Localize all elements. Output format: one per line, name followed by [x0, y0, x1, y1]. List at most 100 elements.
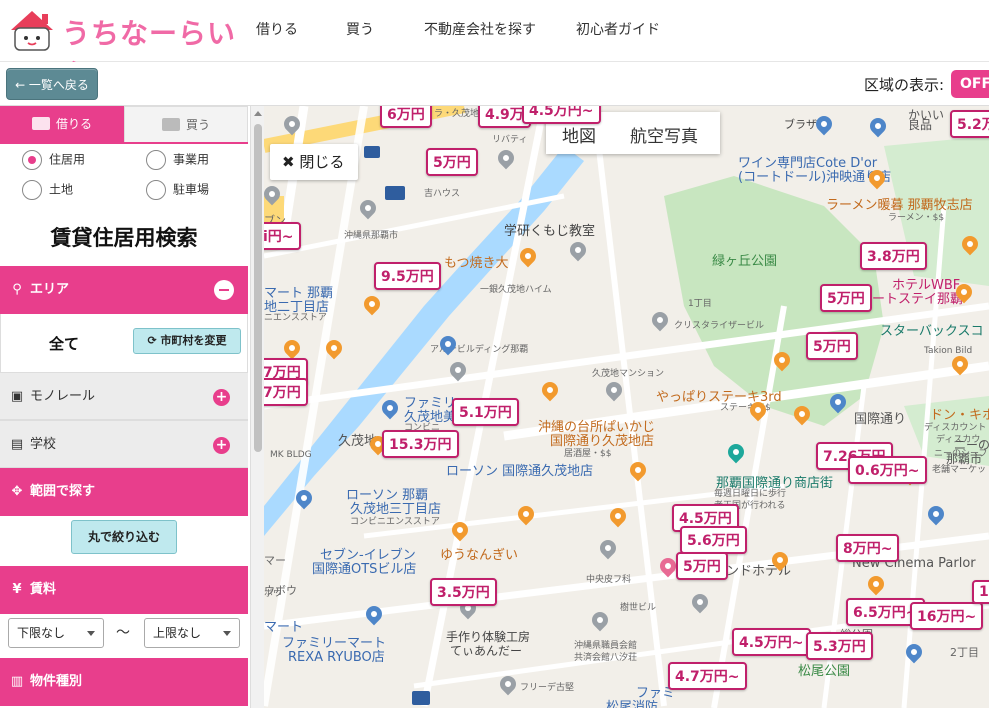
price-marker[interactable]: 6万円	[380, 106, 432, 128]
price-marker[interactable]: 5万円	[820, 284, 872, 312]
price-marker[interactable]: 7万円	[264, 378, 308, 406]
rent-min-value: 下限なし	[17, 626, 66, 640]
map-label: 中央皮フ科	[586, 575, 632, 585]
price-marker[interactable]: 3.5万円	[430, 578, 497, 606]
map-label: 樹世ビル	[620, 603, 657, 613]
search-title: 賃貸住居用検索	[50, 226, 198, 250]
area-selection-box: 全て ⟳ 市町村を変更	[0, 314, 248, 372]
change-city-button[interactable]: ⟳ 市町村を変更	[133, 328, 241, 354]
map-label: マート	[264, 620, 304, 635]
radio-business-label: 事業用	[173, 152, 210, 167]
radio-residential[interactable]: 住居用	[22, 150, 85, 170]
price-marker[interactable]: 8万円~	[836, 534, 900, 562]
sidebar-scrollbar[interactable]	[250, 106, 264, 708]
map-label: マー	[264, 554, 286, 567]
close-label: 閉じる	[299, 153, 345, 171]
map-label: フリーデ古堅	[520, 683, 575, 693]
price-marker[interactable]: 5.3万円	[806, 632, 873, 660]
price-marker[interactable]: 9.5万円	[374, 262, 441, 290]
price-marker[interactable]: 5万円	[806, 332, 858, 360]
buy-icon	[161, 118, 180, 131]
price-marker[interactable]: 5万円	[426, 148, 478, 176]
tab-buy-label: 買う	[185, 118, 210, 132]
search-sidebar: 借りる 買う 住居用 事業用 土地 駐車場 賃貸住居用検索 ⚲ エリア 全て ⟳ …	[0, 106, 264, 708]
change-city-label: 市町村を変更	[160, 334, 227, 347]
scroll-up-arrow-icon[interactable]	[254, 111, 262, 116]
expand-icon[interactable]: +	[213, 389, 230, 406]
price-marker[interactable]: 3.8万円	[860, 242, 927, 270]
rent-min-select[interactable]: 下限なし	[8, 618, 104, 648]
price-marker[interactable]: 1	[972, 580, 989, 604]
expand-icon[interactable]: +	[213, 437, 230, 454]
collapse-icon[interactable]	[214, 280, 234, 300]
map-label: ニーのシーフ	[934, 449, 988, 459]
map-label: 一銀久茂地ハイム	[480, 285, 552, 295]
house-logo-icon	[11, 11, 53, 51]
rent-icon	[31, 117, 50, 130]
map-label: 緑ヶ丘公園	[712, 254, 778, 269]
price-marker[interactable]: 5.6万円	[680, 526, 747, 554]
school-section-header[interactable]: ▤ 学校 +	[0, 420, 248, 468]
rent-max-select[interactable]: 上限なし	[144, 618, 240, 648]
radio-unchecked-icon	[146, 150, 166, 170]
radio-parking[interactable]: 駐車場	[146, 180, 209, 200]
map-label: もつ焼き大	[444, 256, 509, 271]
map-label: ゆうなんぎい	[440, 548, 519, 563]
map-label: てぃあんだー	[450, 644, 523, 658]
monorail-section-header[interactable]: ▣ モノレール +	[0, 372, 248, 420]
price-marker[interactable]: 15.3万円	[382, 430, 459, 458]
price-marker[interactable]: 5.1万円	[452, 398, 519, 426]
scrollbar-thumb[interactable]	[254, 124, 262, 452]
radio-land[interactable]: 土地	[22, 180, 73, 200]
nav-beginner-guide[interactable]: 初心者ガイド	[576, 19, 660, 39]
rent-section-header[interactable]: ¥ 賃料	[0, 566, 248, 614]
map-label: 久茂地マンション	[592, 369, 665, 379]
map-view-tab[interactable]: 地図	[562, 122, 596, 147]
area-value: 全て	[49, 335, 80, 353]
site-logo[interactable]: うちなーらいふ	[8, 6, 238, 90]
price-marker[interactable]: 4.5万円~	[732, 628, 811, 656]
price-marker[interactable]: 4.7万円~	[668, 662, 747, 690]
nav-find-agency[interactable]: 不動産会社を探す	[424, 19, 536, 39]
chevron-down-icon	[87, 631, 95, 636]
radio-business[interactable]: 事業用	[146, 150, 209, 170]
rent-label: 賃料	[30, 582, 57, 597]
radio-land-label: 土地	[49, 182, 74, 197]
close-map-button[interactable]: ✖ 閉じる	[270, 144, 358, 180]
tab-rent[interactable]: 借りる	[0, 106, 124, 142]
close-icon: ✖	[282, 153, 300, 171]
price-marker[interactable]: 4.5万円~	[522, 106, 601, 124]
circle-filter-button[interactable]: 丸で絞り込む	[71, 520, 177, 554]
area-section-label: エリア	[30, 282, 70, 297]
map-label: クリスタライザービル	[674, 321, 765, 331]
train-icon: ▣	[10, 389, 24, 404]
price-marker[interactable]: 0.6万円~	[848, 456, 927, 484]
price-marker[interactable]: i円~	[264, 222, 301, 250]
property-type-label: 物件種別	[30, 674, 83, 689]
move-arrows-icon: ✥	[11, 484, 23, 499]
back-to-list-button[interactable]: ← 一覧へ戻る	[6, 68, 98, 100]
radio-unchecked-icon	[22, 180, 42, 200]
map-label: ートステイ那覇	[872, 292, 964, 307]
price-marker[interactable]: 16万円~	[910, 602, 984, 630]
area-display-label: 区域の表示:	[864, 76, 945, 94]
property-type-section-header[interactable]: ▥ 物件種別	[0, 658, 248, 706]
school-label: 学校	[30, 437, 57, 452]
range-section-header[interactable]: ✥ 範囲で探す	[0, 468, 248, 516]
map-label: 1丁目	[688, 299, 712, 309]
toolbar: ← 一覧へ戻る 区域の表示: OFF	[0, 62, 989, 106]
map-label: スターバックスコ	[880, 324, 984, 339]
building-icon: ▥	[10, 674, 24, 689]
chevron-down-icon	[223, 631, 231, 636]
tab-buy[interactable]: 買う	[124, 106, 248, 142]
satellite-view-tab[interactable]: 航空写真	[630, 122, 698, 147]
price-marker[interactable]: 5万円	[676, 552, 728, 580]
property-map[interactable]: 地図 航空写真 ✖ 閉じる ワイン専門店Cote D'or (コートドール)沖映…	[264, 106, 989, 708]
nav-rent[interactable]: 借りる	[256, 19, 298, 39]
nav-buy[interactable]: 買う	[346, 19, 374, 39]
tab-underline	[0, 142, 248, 144]
area-section-header[interactable]: ⚲ エリア	[0, 266, 248, 314]
map-label: 国際通り	[854, 412, 907, 427]
price-marker[interactable]: 5.2万	[950, 110, 989, 138]
area-display-toggle[interactable]: OFF	[951, 70, 989, 98]
